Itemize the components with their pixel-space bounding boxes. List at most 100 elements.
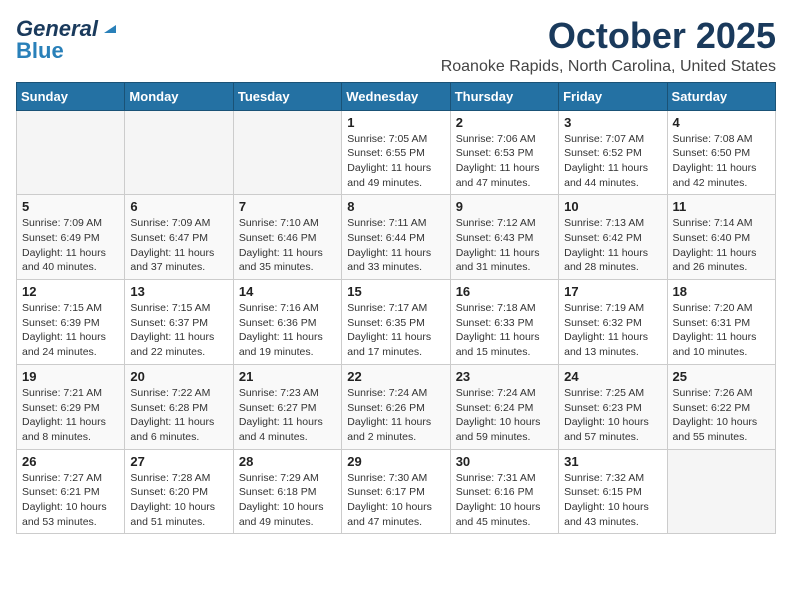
day-info: Sunrise: 7:29 AMSunset: 6:18 PMDaylight:… [239,471,336,530]
day-number: 16 [456,284,553,299]
header-tuesday: Tuesday [233,82,341,110]
day-number: 21 [239,369,336,384]
day-info: Sunrise: 7:09 AMSunset: 6:47 PMDaylight:… [130,216,227,275]
header-monday: Monday [125,82,233,110]
day-number: 28 [239,454,336,469]
title-section: October 2025 Roanoke Rapids, North Carol… [441,16,776,76]
table-row: 26Sunrise: 7:27 AMSunset: 6:21 PMDayligh… [17,449,125,534]
calendar-table: Sunday Monday Tuesday Wednesday Thursday… [16,82,776,535]
day-info: Sunrise: 7:13 AMSunset: 6:42 PMDaylight:… [564,216,661,275]
day-info: Sunrise: 7:21 AMSunset: 6:29 PMDaylight:… [22,386,119,445]
day-info: Sunrise: 7:08 AMSunset: 6:50 PMDaylight:… [673,132,770,191]
day-info: Sunrise: 7:09 AMSunset: 6:49 PMDaylight:… [22,216,119,275]
day-info: Sunrise: 7:06 AMSunset: 6:53 PMDaylight:… [456,132,553,191]
header-friday: Friday [559,82,667,110]
table-row: 17Sunrise: 7:19 AMSunset: 6:32 PMDayligh… [559,280,667,365]
day-info: Sunrise: 7:30 AMSunset: 6:17 PMDaylight:… [347,471,444,530]
day-number: 19 [22,369,119,384]
header-wednesday: Wednesday [342,82,450,110]
day-info: Sunrise: 7:07 AMSunset: 6:52 PMDaylight:… [564,132,661,191]
day-number: 3 [564,115,661,130]
table-row: 29Sunrise: 7:30 AMSunset: 6:17 PMDayligh… [342,449,450,534]
table-row: 10Sunrise: 7:13 AMSunset: 6:42 PMDayligh… [559,195,667,280]
day-number: 7 [239,199,336,214]
table-row: 13Sunrise: 7:15 AMSunset: 6:37 PMDayligh… [125,280,233,365]
day-number: 23 [456,369,553,384]
day-info: Sunrise: 7:10 AMSunset: 6:46 PMDaylight:… [239,216,336,275]
day-info: Sunrise: 7:24 AMSunset: 6:24 PMDaylight:… [456,386,553,445]
table-row: 14 Sunrise: 7:16 AMSunset: 6:36 PMDayligh… [233,280,341,365]
day-number: 14 [239,284,336,299]
table-row: 3 Sunrise: 7:07 AMSunset: 6:52 PMDaylight… [559,110,667,195]
day-number: 5 [22,199,119,214]
day-info: Sunrise: 7:26 AMSunset: 6:22 PMDaylight:… [673,386,770,445]
calendar-week-row: 5 Sunrise: 7:09 AMSunset: 6:49 PMDaylight… [17,195,776,280]
table-row: 12 Sunrise: 7:15 AMSunset: 6:39 PMDayligh… [17,280,125,365]
day-number: 31 [564,454,661,469]
table-row: 24 Sunrise: 7:25 AMSunset: 6:23 PMDayligh… [559,364,667,449]
calendar-week-row: 26Sunrise: 7:27 AMSunset: 6:21 PMDayligh… [17,449,776,534]
table-row: 30Sunrise: 7:31 AMSunset: 6:16 PMDayligh… [450,449,558,534]
day-info: Sunrise: 7:31 AMSunset: 6:16 PMDaylight:… [456,471,553,530]
table-row: 19 Sunrise: 7:21 AMSunset: 6:29 PMDayligh… [17,364,125,449]
table-row [667,449,775,534]
logo-blue-text: Blue [16,38,64,64]
table-row: 15Sunrise: 7:17 AMSunset: 6:35 PMDayligh… [342,280,450,365]
day-number: 2 [456,115,553,130]
day-info: Sunrise: 7:20 AMSunset: 6:31 PMDaylight:… [673,301,770,360]
table-row: 1 Sunrise: 7:05 AMSunset: 6:55 PMDaylight… [342,110,450,195]
day-info: Sunrise: 7:25 AMSunset: 6:23 PMDaylight:… [564,386,661,445]
logo: General Blue [16,16,120,64]
day-number: 25 [673,369,770,384]
table-row: 28 Sunrise: 7:29 AMSunset: 6:18 PMDayligh… [233,449,341,534]
table-row: 27 Sunrise: 7:28 AMSunset: 6:20 PMDayligh… [125,449,233,534]
table-row: 6 Sunrise: 7:09 AMSunset: 6:47 PMDaylight… [125,195,233,280]
day-info: Sunrise: 7:12 AMSunset: 6:43 PMDaylight:… [456,216,553,275]
day-number: 17 [564,284,661,299]
calendar-week-row: 12 Sunrise: 7:15 AMSunset: 6:39 PMDayligh… [17,280,776,365]
table-row: 9Sunrise: 7:12 AMSunset: 6:43 PMDaylight… [450,195,558,280]
calendar-week-row: 1 Sunrise: 7:05 AMSunset: 6:55 PMDaylight… [17,110,776,195]
table-row [125,110,233,195]
day-info: Sunrise: 7:24 AMSunset: 6:26 PMDaylight:… [347,386,444,445]
day-number: 18 [673,284,770,299]
day-info: Sunrise: 7:28 AMSunset: 6:20 PMDaylight:… [130,471,227,530]
day-number: 22 [347,369,444,384]
day-number: 20 [130,369,227,384]
header-saturday: Saturday [667,82,775,110]
day-info: Sunrise: 7:17 AMSunset: 6:35 PMDaylight:… [347,301,444,360]
day-number: 6 [130,199,227,214]
day-number: 26 [22,454,119,469]
location-title: Roanoke Rapids, North Carolina, United S… [441,58,776,76]
header-sunday: Sunday [17,82,125,110]
day-info: Sunrise: 7:15 AMSunset: 6:39 PMDaylight:… [22,301,119,360]
day-number: 8 [347,199,444,214]
day-number: 11 [673,199,770,214]
logo-arrow-icon [100,17,120,37]
table-row: 22 Sunrise: 7:24 AMSunset: 6:26 PMDayligh… [342,364,450,449]
table-row: 4 Sunrise: 7:08 AMSunset: 6:50 PMDaylight… [667,110,775,195]
day-info: Sunrise: 7:05 AMSunset: 6:55 PMDaylight:… [347,132,444,191]
page-header: General Blue October 2025 Roanoke Rapids… [16,16,776,76]
calendar-header-row: Sunday Monday Tuesday Wednesday Thursday… [17,82,776,110]
day-number: 12 [22,284,119,299]
calendar-week-row: 19 Sunrise: 7:21 AMSunset: 6:29 PMDayligh… [17,364,776,449]
month-title: October 2025 [441,16,776,56]
table-row [233,110,341,195]
table-row: 2 Sunrise: 7:06 AMSunset: 6:53 PMDaylight… [450,110,558,195]
table-row: 5 Sunrise: 7:09 AMSunset: 6:49 PMDaylight… [17,195,125,280]
day-number: 24 [564,369,661,384]
day-number: 4 [673,115,770,130]
header-thursday: Thursday [450,82,558,110]
day-number: 13 [130,284,227,299]
day-info: Sunrise: 7:16 AMSunset: 6:36 PMDaylight:… [239,301,336,360]
table-row: 7 Sunrise: 7:10 AMSunset: 6:46 PMDaylight… [233,195,341,280]
table-row: 20 Sunrise: 7:22 AMSunset: 6:28 PMDayligh… [125,364,233,449]
day-info: Sunrise: 7:22 AMSunset: 6:28 PMDaylight:… [130,386,227,445]
table-row: 31Sunrise: 7:32 AMSunset: 6:15 PMDayligh… [559,449,667,534]
table-row [17,110,125,195]
day-info: Sunrise: 7:14 AMSunset: 6:40 PMDaylight:… [673,216,770,275]
day-number: 1 [347,115,444,130]
day-number: 27 [130,454,227,469]
table-row: 11 Sunrise: 7:14 AMSunset: 6:40 PMDayligh… [667,195,775,280]
